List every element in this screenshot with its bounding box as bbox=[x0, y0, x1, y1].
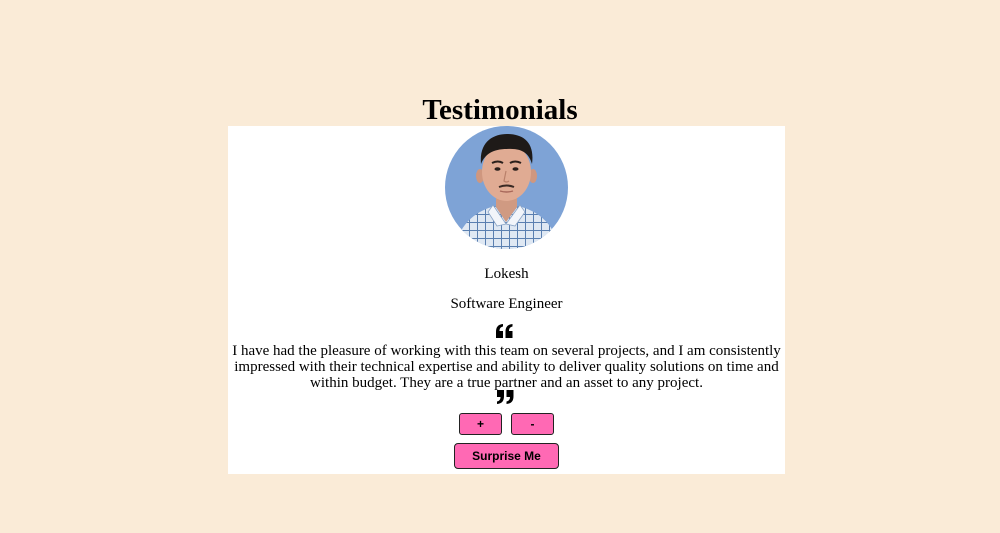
testimonial-role: Software Engineer bbox=[450, 296, 563, 312]
quote-open-icon bbox=[496, 324, 513, 343]
avatar bbox=[445, 126, 568, 249]
testimonial-quote: I have had the pleasure of working with … bbox=[232, 343, 781, 391]
testimonial-card: Lokesh Software Engineer I have had the … bbox=[228, 126, 785, 474]
quote-close-icon bbox=[497, 390, 514, 409]
testimonial-name: Lokesh bbox=[484, 266, 529, 282]
surprise-me-button[interactable]: Surprise Me bbox=[454, 443, 559, 469]
increment-button[interactable]: + bbox=[459, 413, 502, 435]
page-title: Testimonials bbox=[422, 94, 578, 127]
decrement-button[interactable]: - bbox=[511, 413, 554, 435]
